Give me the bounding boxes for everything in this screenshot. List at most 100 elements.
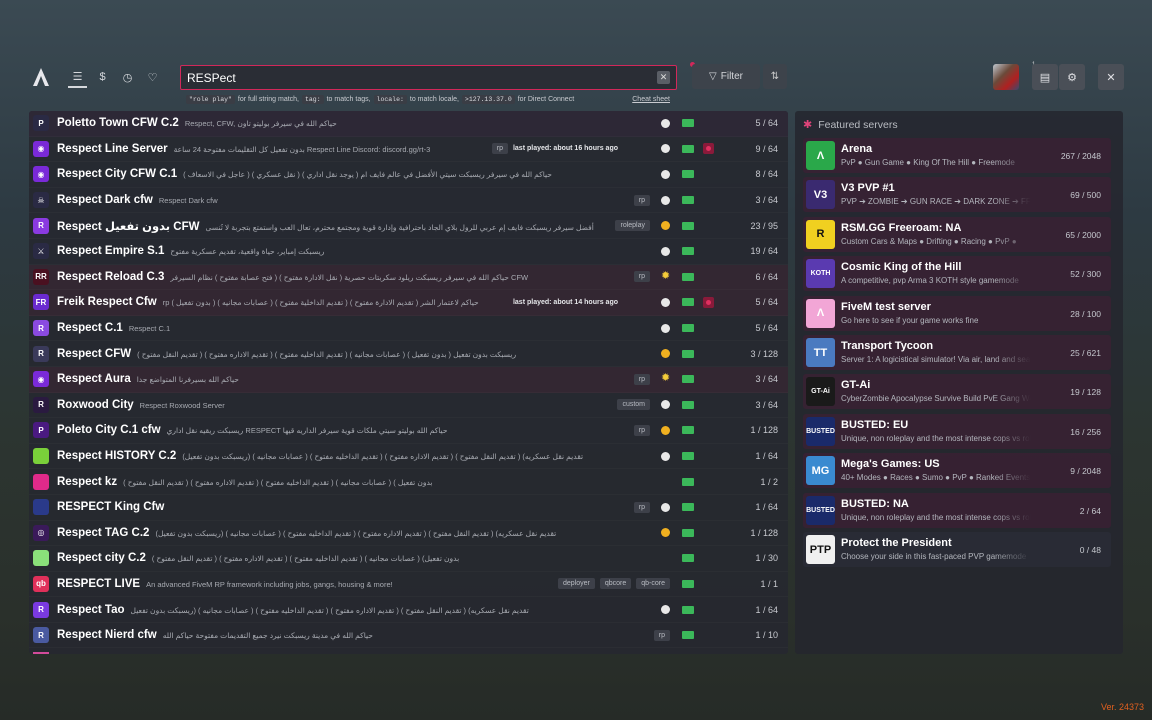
featured-server-card[interactable]: GT-Ai GT-Ai CyberZombie Apocalypse Survive… (803, 374, 1111, 410)
server-name: RESPECT LIVE An advanced FiveM RP framewo… (57, 578, 393, 590)
player-count: 5 / 64 (755, 297, 778, 308)
server-name-text: Freik Respect Cfw (57, 296, 157, 309)
server-row[interactable]: FR Freik Respect Cfw rp ( بدون تفعيل ) ( ع… (29, 290, 788, 316)
settings-button[interactable]: ⚙ (1059, 64, 1085, 90)
close-icon[interactable]: ✕ (657, 71, 670, 84)
server-name: Respect kz ( تقديم النقل مفتوح ) ( تقديم … (57, 476, 433, 488)
sort-button[interactable]: ⇅ (763, 64, 787, 89)
server-tag[interactable]: rp (633, 501, 650, 513)
filter-button[interactable]: ▽ Filter (692, 64, 760, 89)
server-tags: roleplay (615, 220, 650, 232)
dollar-icon[interactable]: $ (93, 66, 112, 88)
server-status-icon (661, 528, 670, 538)
player-count: 3 / 128 (750, 348, 778, 359)
server-tag[interactable]: qbcore (599, 578, 632, 590)
search-box: ✕ (180, 65, 677, 90)
changelog-button[interactable]: ▤ (1032, 64, 1058, 90)
server-status-icon (661, 195, 670, 205)
player-count: 1 / 64 (755, 502, 778, 513)
server-row[interactable]: R Respect CFW ريسبكت بدون تفعيل ( بدون تفع… (29, 341, 788, 367)
featured-server-card[interactable]: Λ Arena PvP ● Gun Game ● King Of The Hill … (803, 138, 1111, 173)
featured-server-card[interactable]: BUSTED BUSTED: NA Unique, non roleplay and… (803, 492, 1111, 528)
player-count: 3 / 64 (755, 374, 778, 385)
server-row[interactable]: qb RESPECT LIVE An advanced FiveM RP frame… (29, 572, 788, 598)
server-tags: rp (653, 629, 670, 641)
server-row[interactable]: ◉ Respect Aura حياكم الله بسيرفرنا المتواض… (29, 366, 788, 393)
server-name: Respect Dark cfw Respect Dark cfw (57, 194, 218, 206)
featured-server-card[interactable]: TT Transport Tycoon Server 1: A logicistic… (803, 335, 1111, 370)
server-row[interactable]: P Poletto Town CFW C.2 Respect, CFW, حياكم… (29, 111, 788, 137)
server-status-icon (661, 349, 670, 359)
server-tag[interactable]: rp (633, 271, 650, 283)
server-row[interactable]: ⚔ Respect Empire S.1 ريسبكت إمباير، حياة و… (29, 239, 788, 265)
server-description: rp ( بدون تفعيل ) ( عصابات مجانيه ) ( تق… (162, 298, 479, 308)
server-name: Poletto Town CFW C.2 Respect, CFW, حياكم … (57, 117, 337, 129)
server-row[interactable]: ◎ Respect TAG C.2 تقديم نقل عسكريه) ( تقدي… (29, 521, 788, 547)
server-name-text: Respect City CFW C.1 (57, 168, 178, 181)
server-tag[interactable]: rp (653, 629, 670, 641)
server-row[interactable]: RR Respect Reload C.3 حياكم الله في سيرفر … (29, 264, 788, 291)
heart-icon[interactable]: ♡ (143, 66, 162, 88)
avatar[interactable] (993, 64, 1019, 90)
ping-icon (682, 452, 694, 461)
server-row[interactable]: Respect HISTORY C.2 تقديم نقل عسكريه) ( ت… (29, 444, 788, 470)
list-icon[interactable]: ☰ (68, 66, 87, 88)
server-icon (33, 473, 49, 490)
server-row[interactable]: R Respect Tao تقديم نقل عسكريه) ( تقديم ال… (29, 597, 788, 623)
player-count: 9 / 2048 (1070, 466, 1101, 477)
featured-server-name: BUSTED: EU (841, 418, 909, 431)
favorite-icon[interactable] (703, 296, 714, 308)
server-row[interactable]: R Roxwood City Respect Roxwood Server custo… (29, 393, 788, 419)
server-tag[interactable]: deployer (558, 578, 595, 590)
fivem-logo-icon[interactable] (30, 66, 52, 88)
featured-server-card[interactable]: PTP Protect the President Choose your side… (803, 532, 1111, 567)
exit-button[interactable]: ✕ (1098, 64, 1124, 90)
server-icon: ☠ (33, 192, 49, 209)
ping-icon (682, 554, 694, 563)
server-status-icon (661, 323, 670, 333)
server-description: تقديم نقل عسكريه) ( تقديم النقل مفتوح ) … (155, 528, 557, 538)
featured-server-card[interactable]: R RSM.GG Freeroam: NA Custom Cars & Maps ●… (803, 216, 1111, 252)
cheat-sheet-link[interactable]: Cheat sheet (632, 96, 670, 103)
server-row[interactable]: RESPECT King Cfw rp 1 / 64 (29, 495, 788, 521)
server-tag[interactable]: rp (491, 143, 508, 155)
server-tag[interactable]: custom (617, 399, 650, 411)
server-row[interactable]: ◉ Respect City CFW C.1 حياكم الله في سيرفر… (29, 162, 788, 188)
clock-icon[interactable]: ◷ (118, 66, 137, 88)
search-input[interactable] (187, 69, 647, 87)
featured-server-card[interactable]: Λ FiveM test server Go here to see if your… (803, 295, 1111, 331)
server-description: An advanced FiveM RP framework including… (146, 579, 393, 589)
player-count: 0 / 48 (1079, 545, 1101, 555)
favorite-icon[interactable] (703, 143, 714, 155)
player-count: 1 / 10 (755, 630, 778, 641)
featured-server-description: PVP ➔ ZOMBIE ➔ GUN RACE ➔ DARK ZONE ➔ FF… (841, 197, 1031, 207)
server-row[interactable]: R Respect بدون تفعيل CFW أفضل سيرفر ريسبكت… (29, 213, 788, 239)
featured-server-card[interactable]: KOTH Cosmic King of the Hill A competitive… (803, 256, 1111, 292)
server-row[interactable]: ☠ Respect Dark cfw Respect Dark cfw rp 3 / 6… (29, 188, 788, 214)
server-row[interactable]: R Respect Nierd cfw حياكم الله في مدينة ري… (29, 623, 788, 649)
server-name-text: Poletto Town CFW C.2 (57, 117, 179, 130)
server-tag[interactable]: qb-core (636, 578, 670, 590)
featured-server-card[interactable]: BUSTED BUSTED: EU Unique, non roleplay and… (803, 413, 1111, 449)
server-tag[interactable]: rp (633, 373, 650, 385)
server-description: Respect C.1 (128, 324, 171, 334)
server-tag[interactable]: roleplay (615, 220, 650, 232)
featured-server-description: CyberZombie Apocalypse Survive Build PvE… (841, 394, 1031, 404)
server-name: Respect Reload C.3 حياكم الله في سيرفر ري… (57, 271, 528, 283)
server-description: تقديم نقل عسكريه) ( تقديم النقل مفتوح ) … (182, 452, 584, 462)
featured-server-name: RSM.GG Freeroam: NA (841, 221, 962, 234)
server-row[interactable]: Respect kz ( تقديم النقل مفتوح ) ( تقديم … (29, 469, 788, 495)
server-row[interactable]: ◉ Respect Line Server بدون تفعيل كل التقلي… (29, 137, 788, 163)
server-row[interactable]: R Respect C.1 Respect C.1 5 / 64 (29, 316, 788, 342)
server-tag[interactable]: rp (633, 424, 650, 436)
featured-server-card[interactable]: V3 V3 PVP #1 PVP ➔ ZOMBIE ➔ GUN RACE ➔ DAR… (803, 177, 1111, 213)
server-name-text: Respect Reload C.3 (57, 270, 165, 283)
server-tag[interactable]: rp (633, 194, 650, 206)
featured-server-description: PvP ● Gun Game ● King Of The Hill ● Free… (841, 158, 1015, 167)
player-count: 1 / 128 (750, 425, 778, 436)
server-row[interactable]: Respect city C.2 ( تقديم النقل مفتوح ) ( … (29, 546, 788, 572)
server-row[interactable]: P Poleto City C.1 cfw ريسبكت ريقيه نقل ادا… (29, 418, 788, 444)
featured-server-card[interactable]: MG Mega's Games: US 40+ Modes ● Races ● Su… (803, 453, 1111, 489)
server-icon: ◎ (33, 524, 49, 541)
server-name-text: Roxwood City (57, 398, 134, 411)
